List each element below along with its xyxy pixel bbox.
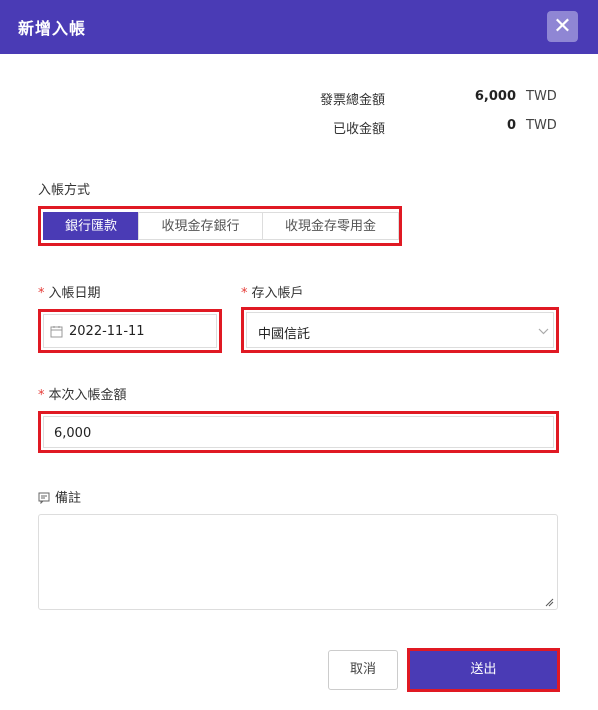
- notes-label-text: 備註: [55, 491, 82, 506]
- chevron-down-icon: [538, 328, 549, 335]
- account-value: 中國信託: [258, 327, 311, 342]
- invoice-total-currency: TWD: [526, 89, 557, 104]
- date-input[interactable]: 2022-11-11: [38, 309, 222, 353]
- amount-field-label: * 本次入帳金額: [38, 384, 127, 403]
- amount-input[interactable]: 6,000: [38, 411, 559, 453]
- required-mark: *: [241, 286, 248, 301]
- amount-value: 6,000: [54, 426, 92, 441]
- required-mark: *: [38, 388, 45, 403]
- calendar-icon: [50, 326, 63, 338]
- deposit-method-bank-transfer[interactable]: 銀行匯款: [43, 212, 139, 240]
- dialog-title: 新增入帳: [18, 19, 87, 38]
- cancel-button[interactable]: 取消: [328, 650, 398, 690]
- received-currency: TWD: [526, 118, 557, 133]
- deposit-method-selector: 銀行匯款 收現金存銀行 收現金存零用金: [38, 206, 402, 246]
- comment-icon: [38, 492, 50, 505]
- required-mark: *: [38, 286, 45, 301]
- invoice-total-label: 發票總金額: [319, 93, 385, 108]
- submit-button[interactable]: 送出: [407, 648, 560, 692]
- close-button[interactable]: ✕: [547, 11, 578, 42]
- notes-textarea[interactable]: [38, 514, 558, 610]
- deposit-method-cash-to-petty[interactable]: 收現金存零用金: [262, 212, 399, 240]
- deposit-method-label: 入帳方式: [38, 183, 91, 198]
- date-value: 2022-11-11: [69, 324, 145, 339]
- received-amount: 0: [506, 118, 516, 133]
- date-label-text: 入帳日期: [48, 286, 101, 301]
- close-icon: ✕: [553, 14, 572, 39]
- account-label-text: 存入帳戶: [251, 286, 304, 301]
- received-label: 已收金額: [332, 122, 385, 137]
- deposit-method-cash-to-bank[interactable]: 收現金存銀行: [138, 212, 263, 240]
- invoice-total-amount: 6,000: [474, 89, 516, 104]
- dialog-header: 新增入帳 ✕: [0, 0, 598, 54]
- account-field-label: * 存入帳戶: [241, 282, 304, 301]
- amount-input-box: [43, 416, 554, 448]
- date-field-label: * 入帳日期: [38, 282, 101, 301]
- resize-handle-icon[interactable]: [545, 598, 554, 607]
- account-select[interactable]: 中國信託: [241, 307, 559, 353]
- notes-label: 備註: [38, 487, 81, 506]
- amount-label-text: 本次入帳金額: [48, 388, 127, 403]
